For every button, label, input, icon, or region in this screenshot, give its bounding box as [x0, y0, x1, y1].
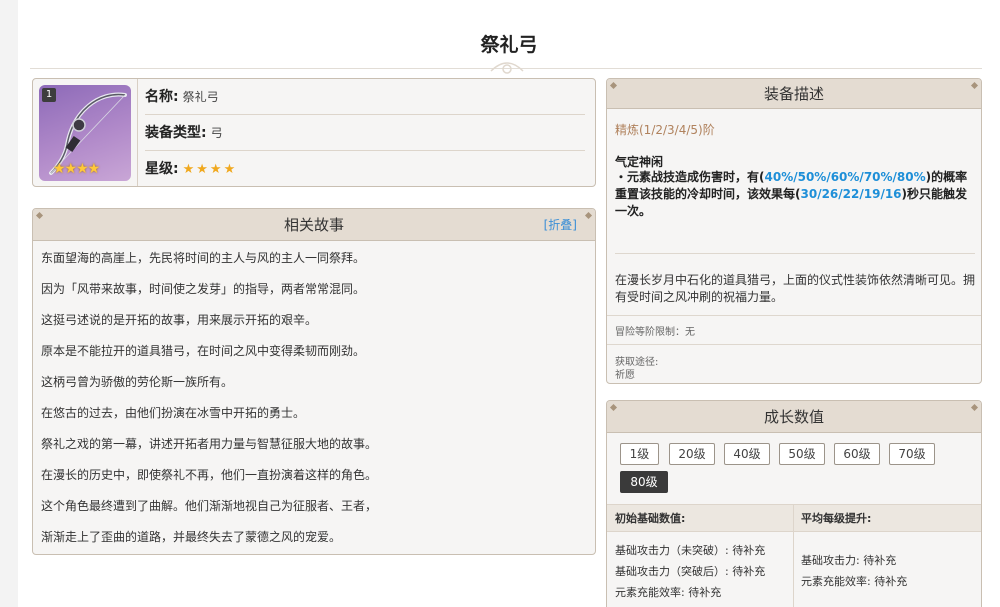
divider [607, 315, 981, 316]
growth-title: 成长数值 [763, 408, 824, 426]
story-line: 这个角色最终遭到了曲解。他们渐渐地视自己为征服者、王者， [41, 499, 378, 513]
initial-stat: 基础攻击力（突破后）: 待补充 [615, 565, 766, 578]
info-row-name: 名称: 祭礼弓 [145, 79, 585, 115]
name-label: 名称: [145, 89, 179, 105]
initial-stat: 基础攻击力（未突破）: 待补充 [615, 544, 766, 557]
rank-limit: 冒险等阶限制：无 [615, 327, 695, 338]
story-line: 在漫长的历史中，即使祭礼不再，他们一直扮演着这样的角色。 [41, 468, 378, 482]
skill-description: ・元素战技造成伤害时，有(40%/50%/60%/70%/80%)的概率重置该技… [615, 169, 975, 220]
weapon-image: 1 ★★★★ [39, 85, 131, 181]
info-row-type: 装备类型: 弓 [145, 115, 585, 151]
ornament-icon [490, 62, 524, 74]
description-panel: 装备描述 精炼(1/2/3/4/5)阶 气定神闲 ・元素战技造成伤害时，有(40… [606, 78, 982, 384]
level-button-80[interactable]: 80级 [620, 471, 668, 493]
story-line: 因为「风带来故事，时间使之发芽」的指导，两者常常混同。 [41, 282, 366, 296]
rarity-label: 星级: [145, 161, 179, 177]
fold-link[interactable]: [折叠] [544, 209, 577, 241]
initial-stat: 元素充能效率: 待补充 [615, 586, 722, 599]
description-title: 装备描述 [763, 85, 824, 103]
level-button-60[interactable]: 60级 [834, 443, 880, 465]
type-value: 弓 [210, 126, 223, 140]
description-header: 装备描述 [607, 79, 981, 109]
corner-ornament [970, 81, 979, 90]
level-button-1[interactable]: 1级 [620, 443, 659, 465]
growth-header: 成长数值 [607, 401, 981, 433]
corner-ornament [609, 81, 618, 90]
story-line: 祭礼之戏的第一幕，讲述开拓者用力量与智慧征服大地的故事。 [41, 437, 378, 451]
weapon-info-panel: 1 ★★★★ 名称: 祭礼弓 装备类型: 弓 星级: ★★★★ [32, 78, 596, 187]
story-line: 这柄弓曾为骄傲的劳伦斯一族所有。 [41, 375, 234, 389]
story-line: 原本是不能拉开的道具猎弓，在时间之风中变得柔韧而刚劲。 [41, 344, 366, 358]
story-line: 在悠古的过去，由他们扮演在冰雪中开拓的勇士。 [41, 406, 306, 420]
rarity-stars-badge: ★★★★ [53, 161, 100, 177]
rarity-stars: ★★★★ [182, 162, 238, 177]
story-line: 渐渐走上了歪曲的道路，并最终失去了蒙德之风的宠爱。 [41, 530, 342, 544]
corner-ornament [35, 211, 44, 220]
name-value: 祭礼弓 [182, 90, 219, 104]
page: 祭礼弓 1 ★★★★ 名称: 祭礼弓 装备类型: 弓 星级: ★★★★ 相关故事… [18, 0, 1000, 607]
obtain-value: 祈愿 [615, 370, 635, 381]
refine-levels: 精炼(1/2/3/4/5)阶 [615, 123, 715, 137]
level-button-20[interactable]: 20级 [669, 443, 715, 465]
corner-ornament [970, 403, 979, 412]
skill-name: 气定神闲 [615, 155, 664, 169]
level-button-50[interactable]: 50级 [779, 443, 825, 465]
story-header: 相关故事 [折叠] [33, 209, 595, 241]
skill-text: ・元素战技造成伤害时，有( [615, 170, 765, 184]
stats-header-row: 初始基础数值: 平均每级提升: [607, 504, 981, 532]
average-stat: 元素充能效率: 待补充 [801, 575, 908, 588]
story-title: 相关故事 [283, 216, 344, 234]
info-row-rarity: 星级: ★★★★ [145, 151, 585, 186]
skill-highlight: 30/26/22/19/16 [800, 187, 902, 201]
level-button-40[interactable]: 40级 [724, 443, 770, 465]
type-label: 装备类型: [145, 125, 207, 141]
page-title: 祭礼弓 [480, 34, 538, 56]
story-body: 东面望海的高崖上，先民将时间的主人与风的主人一同祭拜。 因为「风带来故事，时间使… [33, 241, 595, 553]
corner-ornament [584, 211, 593, 220]
level-button-70[interactable]: 70级 [889, 443, 935, 465]
flavor-text: 在漫长岁月中石化的道具猎弓，上面的仪式性装饰依然清晰可见。拥有受时间之风冲刷的祝… [615, 273, 976, 304]
divider [615, 253, 975, 254]
story-panel: 相关故事 [折叠] 东面望海的高崖上，先民将时间的主人与风的主人一同祭拜。 因为… [32, 208, 596, 555]
story-line: 东面望海的高崖上，先民将时间的主人与风的主人一同祭拜。 [41, 251, 366, 265]
corner-ornament [609, 403, 618, 412]
info-divider [137, 79, 138, 186]
average-stat: 基础攻击力: 待补充 [801, 554, 897, 567]
growth-panel: 成长数值 1级 20级 40级 50级 60级 70级 80级 初始基础数值: … [606, 400, 982, 607]
average-stats-header: 平均每级提升: [801, 512, 872, 525]
column-divider [793, 504, 794, 607]
skill-highlight: 40%/50%/60%/70%/80% [764, 170, 926, 184]
story-line: 这挺弓述说的是开拓的故事，用来展示开拓的艰辛。 [41, 313, 318, 327]
divider [607, 344, 981, 345]
initial-stats-header: 初始基础数值: [615, 512, 686, 525]
